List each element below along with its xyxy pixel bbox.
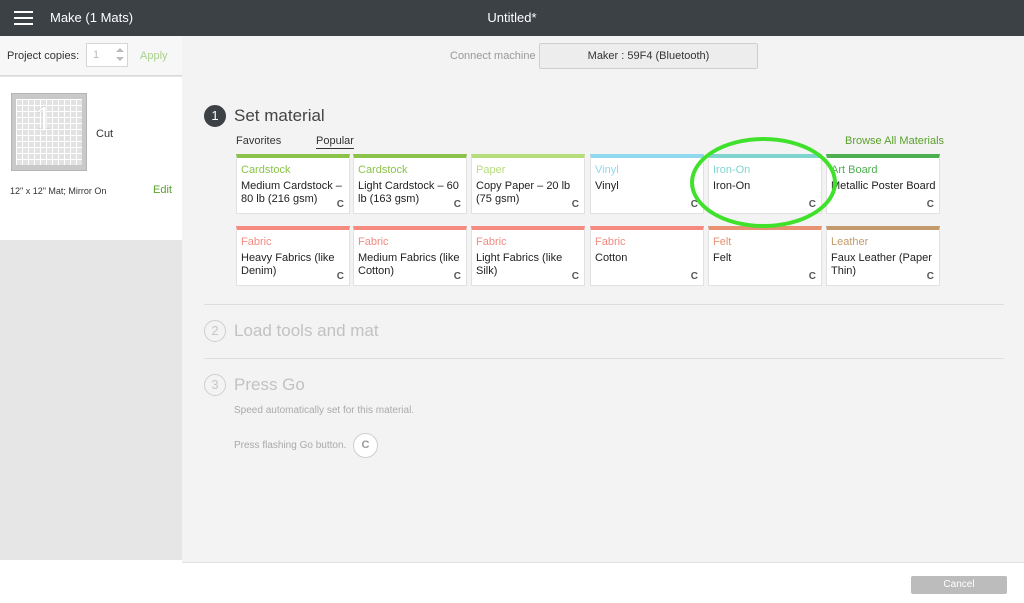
- cricut-c-icon: C: [808, 199, 816, 210]
- apply-button[interactable]: Apply: [140, 50, 168, 62]
- cricut-c-icon: C: [690, 271, 698, 282]
- project-copies-value: 1: [93, 49, 100, 61]
- material-tile[interactable]: Fabric Cotton C: [590, 226, 704, 286]
- step-2-number: 2: [204, 320, 226, 342]
- material-name: Heavy Fabrics (like Denim): [241, 252, 335, 277]
- material-tile[interactable]: Fabric Heavy Fabrics (like Denim) C: [236, 226, 350, 286]
- mat-thumbnail[interactable]: 1: [11, 93, 87, 171]
- mat-grid: 1: [16, 99, 82, 165]
- connect-machine-label: Connect machine: [450, 50, 536, 62]
- material-category: Vinyl: [595, 164, 619, 176]
- material-category: Fabric: [358, 236, 389, 248]
- material-tile[interactable]: Cardstock Medium Cardstock – 80 lb (216 g…: [236, 154, 350, 214]
- cricut-c-icon: C: [571, 199, 579, 210]
- sidebar-panel: Project copies: 1 Apply 1 Cut 12" x 12" …: [0, 36, 182, 560]
- divider: [204, 358, 1004, 359]
- material-tile[interactable]: Vinyl Vinyl C: [590, 154, 704, 214]
- material-name: Iron-On: [713, 180, 751, 192]
- step-3-number: 3: [204, 374, 226, 396]
- material-tile[interactable]: Cardstock Light Cardstock – 60 lb (163 gs…: [353, 154, 467, 214]
- material-tile[interactable]: Fabric Medium Fabrics (like Cotton) C: [353, 226, 467, 286]
- top-bar: Make (1 Mats) Untitled*: [0, 0, 1024, 36]
- app-title: Make (1 Mats): [50, 10, 134, 25]
- cricut-c-icon: C: [453, 199, 461, 210]
- browse-all-materials-link[interactable]: Browse All Materials: [845, 135, 944, 147]
- go-button-hint: Press flashing Go button.: [234, 440, 347, 451]
- material-category: Art Board: [831, 164, 878, 176]
- project-copies-label: Project copies:: [7, 50, 80, 62]
- step-2-title: Load tools and mat: [234, 321, 379, 340]
- material-tile[interactable]: Leather Faux Leather (Paper Thin) C: [826, 226, 940, 286]
- material-category: Fabric: [476, 236, 507, 248]
- cricut-c-icon: C: [926, 271, 934, 282]
- material-name: Metallic Poster Board: [831, 180, 936, 192]
- go-button-icon: C: [353, 433, 378, 458]
- material-name: Cotton: [595, 252, 628, 264]
- cricut-c-icon: C: [571, 271, 579, 282]
- cricut-c-icon: C: [690, 199, 698, 210]
- copies-stepper[interactable]: [115, 47, 125, 63]
- material-name: Light Cardstock – 60 lb (163 gsm): [358, 180, 459, 205]
- step-3-title: Press Go: [234, 375, 305, 394]
- stepper-down-icon[interactable]: [116, 57, 124, 61]
- material-tile[interactable]: Felt Felt C: [708, 226, 822, 286]
- material-name: Vinyl: [595, 180, 619, 192]
- project-copies-row: Project copies: 1 Apply: [0, 36, 182, 76]
- cricut-c-icon: C: [453, 271, 461, 282]
- sidebar-footer: [0, 560, 182, 603]
- cricut-c-icon: C: [336, 199, 344, 210]
- material-name: Medium Fabrics (like Cotton): [358, 252, 460, 277]
- tab-favorites[interactable]: Favorites: [236, 135, 281, 147]
- material-category: Cardstock: [358, 164, 408, 176]
- material-category: Felt: [713, 236, 732, 248]
- bottom-bar: Cancel: [182, 562, 1024, 603]
- mat-operation-label: Cut: [96, 128, 114, 140]
- sidebar: Project copies: 1 Apply 1 Cut 12" x 12" …: [0, 36, 182, 603]
- material-category: Iron-On: [713, 164, 751, 176]
- mat-description: 12" x 12" Mat; Mirror On: [10, 186, 107, 196]
- material-tile[interactable]: Fabric Light Fabrics (like Silk) C: [471, 226, 585, 286]
- cricut-c-icon: C: [336, 271, 344, 282]
- step-1-title: Set material: [234, 106, 325, 125]
- material-category: Leather: [831, 236, 869, 248]
- menu-icon[interactable]: [14, 11, 33, 25]
- cricut-c-icon: C: [926, 199, 934, 210]
- step-1-number: 1: [204, 105, 226, 127]
- mat-design-preview: 1: [34, 101, 55, 139]
- project-copies-input[interactable]: 1: [86, 43, 128, 67]
- divider: [204, 304, 1004, 305]
- cricut-c-icon: C: [808, 271, 816, 282]
- material-name: Light Fabrics (like Silk): [476, 252, 563, 277]
- material-tile[interactable]: Iron-On Iron-On C: [708, 154, 822, 214]
- material-tile[interactable]: Art Board Metallic Poster Board C: [826, 154, 940, 214]
- stepper-up-icon[interactable]: [116, 48, 124, 52]
- material-name: Medium Cardstock – 80 lb (216 gsm): [241, 180, 342, 205]
- machine-select-button[interactable]: Maker : 59F4 (Bluetooth): [539, 43, 758, 69]
- material-category: Fabric: [241, 236, 272, 248]
- material-name: Copy Paper – 20 lb (75 gsm): [476, 180, 571, 205]
- speed-hint: Speed automatically set for this materia…: [234, 405, 415, 416]
- material-category: Fabric: [595, 236, 626, 248]
- material-name: Faux Leather (Paper Thin): [831, 252, 932, 277]
- mat-card[interactable]: 1 Cut 12" x 12" Mat; Mirror On Edit: [0, 77, 182, 240]
- material-category: Cardstock: [241, 164, 291, 176]
- mat-edit-button[interactable]: Edit: [153, 184, 172, 196]
- main-panel: Connect machine Maker : 59F4 (Bluetooth)…: [182, 36, 1024, 562]
- material-tile[interactable]: Paper Copy Paper – 20 lb (75 gsm) C: [471, 154, 585, 214]
- material-name: Felt: [713, 252, 732, 264]
- cancel-button[interactable]: Cancel: [911, 576, 1007, 594]
- tab-popular[interactable]: Popular: [316, 135, 354, 149]
- material-category: Paper: [476, 164, 506, 176]
- document-title: Untitled*: [487, 10, 537, 25]
